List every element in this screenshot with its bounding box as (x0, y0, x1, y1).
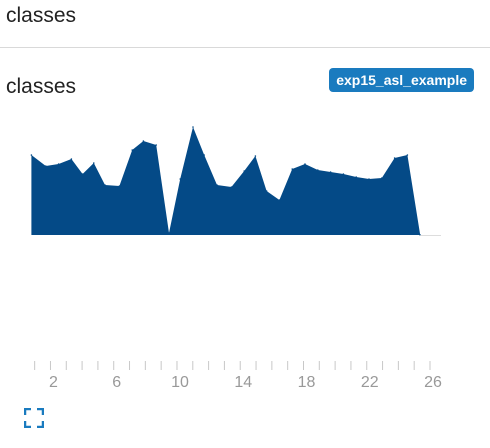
fullscreen-icon (23, 407, 45, 429)
data-point (368, 178, 370, 180)
data-point (118, 185, 121, 187)
expand-button[interactable] (23, 407, 45, 429)
data-point (329, 171, 332, 173)
data-point (317, 169, 319, 171)
x-tick-label: 10 (171, 374, 189, 391)
data-point (131, 149, 133, 151)
data-point (45, 165, 47, 167)
data-point (381, 177, 383, 179)
data-point (265, 190, 268, 192)
data-point (179, 178, 181, 180)
data-point (254, 155, 257, 157)
data-point (355, 176, 358, 178)
data-point (93, 162, 95, 164)
data-point (291, 168, 294, 170)
series-area-0 (31, 127, 421, 235)
x-tick-label: 6 (112, 374, 121, 391)
x-tick-label: 14 (234, 374, 252, 391)
data-point (304, 163, 306, 165)
data-point (57, 163, 60, 165)
panel-header: classes (0, 0, 490, 48)
data-point (104, 184, 106, 186)
data-point (406, 154, 409, 156)
data-point (243, 170, 245, 172)
x-tick-label: 18 (298, 374, 316, 391)
data-point (192, 126, 194, 128)
data-point (155, 144, 157, 146)
data-point (342, 173, 345, 175)
area-chart: 2 6 10 14 18 22 26 (30, 126, 442, 391)
panel-title: classes (6, 4, 77, 27)
data-point (142, 140, 145, 142)
data-point (168, 232, 170, 234)
x-tick-label: 26 (424, 374, 442, 391)
data-point (70, 158, 73, 160)
run-badge[interactable]: exp15_asl_example (329, 68, 474, 92)
data-point (278, 199, 281, 201)
data-point (81, 173, 84, 175)
data-point (203, 154, 205, 156)
data-point (216, 184, 218, 186)
chart-title: classes (6, 75, 77, 98)
data-point (230, 186, 233, 188)
x-tick-label: 22 (361, 374, 379, 391)
data-point (393, 157, 396, 159)
x-tick-label: 2 (49, 374, 58, 391)
data-point (30, 154, 33, 156)
